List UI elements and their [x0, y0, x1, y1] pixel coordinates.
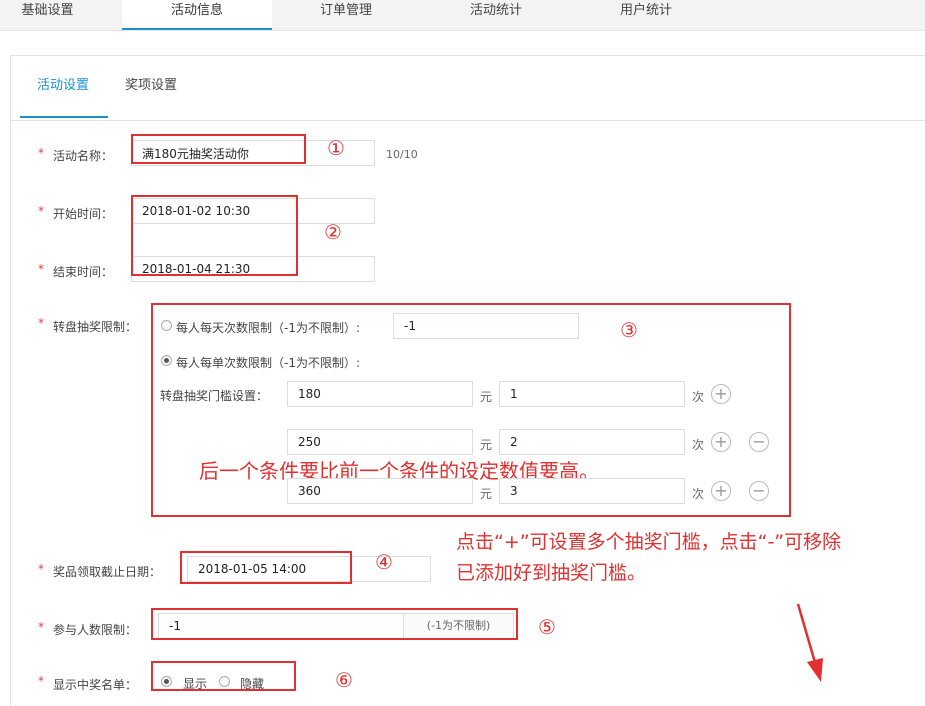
threshold-amount-input[interactable] [287, 478, 473, 504]
end-time-label: 结束时间： [53, 265, 114, 279]
activity-name-label: 活动名称： [53, 149, 114, 163]
tab-activity-info[interactable]: 活动信息 [122, 0, 272, 30]
required-mark: * [38, 620, 44, 634]
annotation-2: ② [324, 220, 342, 244]
threshold-times-input[interactable] [499, 429, 685, 455]
sub-tabs: 活动设置 奖项设置 [11, 56, 925, 121]
hide-winners-radio[interactable] [219, 676, 230, 687]
unit-yuan: 元 [480, 438, 493, 452]
tab-activity-stats[interactable]: 活动统计 [430, 0, 562, 30]
annotation-3: ③ [620, 318, 638, 342]
required-mark: * [38, 562, 44, 576]
unit-times: 次 [692, 487, 705, 501]
plus-minus-note-line2: 已添加好到抽奖门槛。 [456, 562, 647, 584]
participant-limit-hint: (-1为不限制) [404, 613, 514, 639]
tab-basic-settings[interactable]: 基础设置 [0, 0, 95, 30]
plus-circle-icon[interactable]: + [711, 432, 731, 452]
subtab-activity-settings[interactable]: 活动设置 [37, 74, 89, 93]
threshold-amount-input[interactable] [287, 381, 473, 407]
unit-times: 次 [692, 390, 705, 404]
required-mark: * [38, 674, 44, 688]
start-time-label: 开始时间： [53, 207, 114, 221]
end-time-input[interactable] [131, 256, 375, 282]
single-order-option-label: 每人每单次数限制（-1为不限制）: [176, 356, 361, 370]
threshold-times-input[interactable] [499, 381, 685, 407]
unit-times: 次 [692, 438, 705, 452]
threshold-times-input[interactable] [499, 478, 685, 504]
wheel-limit-label: 转盘抽奖限制： [53, 320, 138, 334]
minus-circle-icon[interactable]: − [749, 481, 769, 501]
annotation-6: ⑥ [335, 668, 353, 692]
participant-limit-input[interactable] [158, 613, 404, 639]
hide-option-label: 隐藏 [240, 677, 265, 691]
tab-user-stats[interactable]: 用户统计 [580, 0, 712, 30]
annotation-1: ① [327, 136, 345, 160]
tab-order-management[interactable]: 订单管理 [285, 0, 407, 30]
daily-limit-option-label: 每人每天次数限制（-1为不限制）: [176, 321, 361, 335]
subtab-prize-settings[interactable]: 奖项设置 [125, 74, 177, 93]
top-nav: 基础设置 活动信息 订单管理 活动统计 用户统计 [0, 0, 925, 31]
threshold-label: 转盘抽奖门槛设置： [160, 389, 269, 403]
required-mark: * [38, 262, 44, 276]
annotation-5: ⑤ [538, 615, 556, 639]
active-subtab-indicator [20, 116, 108, 118]
plus-circle-icon[interactable]: + [711, 384, 731, 404]
show-option-label: 显示 [183, 677, 208, 691]
minus-circle-icon[interactable]: − [749, 432, 769, 452]
plus-circle-icon[interactable]: + [711, 481, 731, 501]
prize-deadline-label: 奖品领取截止日期： [53, 565, 162, 579]
required-mark: * [38, 316, 44, 330]
show-winners-radio[interactable] [161, 676, 172, 687]
required-mark: * [38, 204, 44, 218]
participant-limit-label: 参与人数限制： [53, 623, 138, 637]
prize-deadline-input[interactable] [187, 556, 431, 582]
unit-yuan: 元 [480, 487, 493, 501]
plus-minus-note-line1: 点击“+”可设置多个抽奖门槛，点击“-”可移除 [456, 531, 842, 553]
threshold-amount-input[interactable] [287, 429, 473, 455]
unit-yuan: 元 [480, 390, 493, 404]
winner-list-label: 显示中奖名单： [53, 678, 138, 692]
single-order-limit-radio[interactable] [161, 355, 172, 366]
daily-limit-input[interactable] [393, 313, 579, 339]
arrow-icon [796, 603, 823, 682]
annotation-4: ④ [375, 550, 393, 574]
activity-name-counter: 10/10 [386, 148, 418, 161]
required-mark: * [38, 146, 44, 160]
daily-limit-radio[interactable] [161, 320, 172, 331]
